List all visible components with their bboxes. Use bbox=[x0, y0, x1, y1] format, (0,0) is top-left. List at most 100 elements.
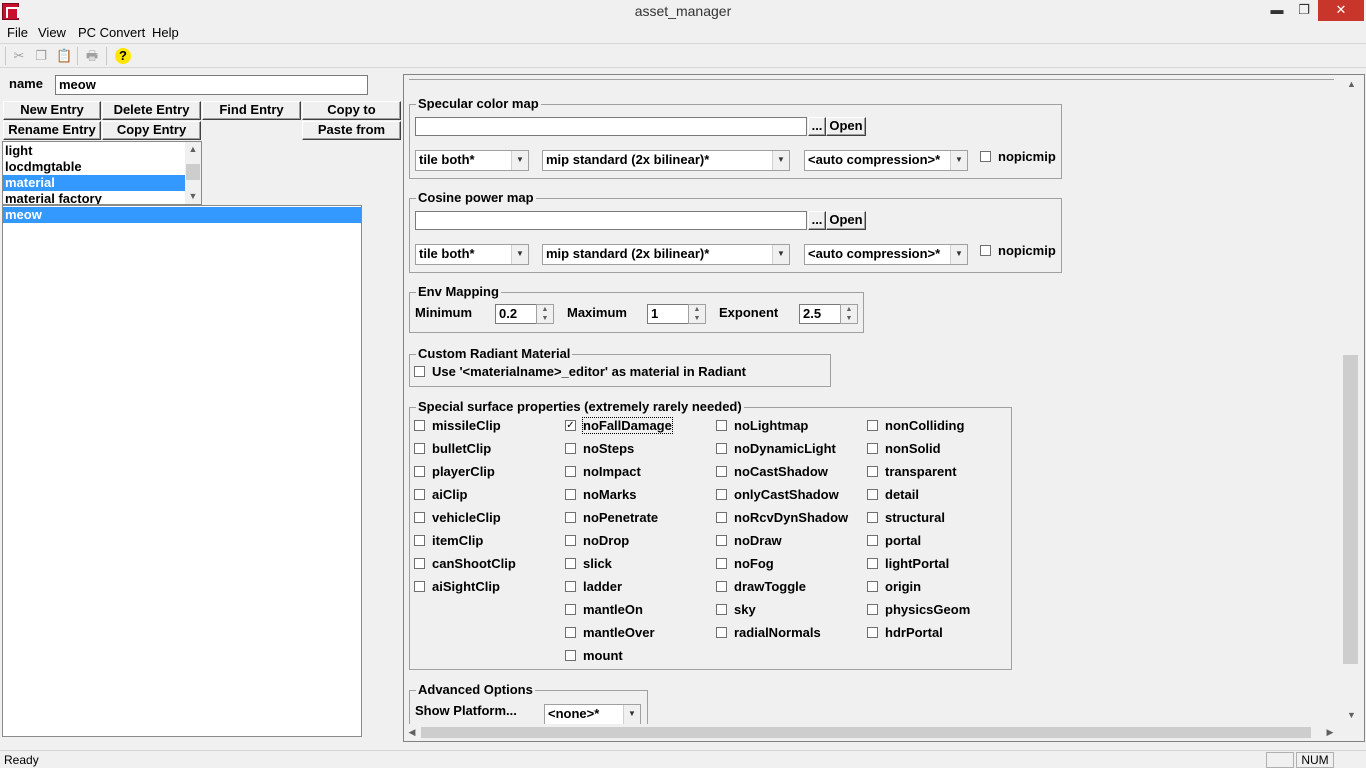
flag-lightPortal-checkbox[interactable] bbox=[867, 558, 878, 569]
scroll-thumb[interactable] bbox=[1343, 355, 1358, 664]
flag-radialNormals-checkbox[interactable] bbox=[716, 627, 727, 638]
minimize-button[interactable]: ▬ bbox=[1264, 0, 1290, 21]
menu-help[interactable]: Help bbox=[152, 25, 179, 40]
scroll-down-icon[interactable]: ▼ bbox=[1338, 709, 1364, 721]
flag-noSteps-checkbox[interactable] bbox=[565, 443, 576, 454]
flag-noDraw-checkbox[interactable] bbox=[716, 535, 727, 546]
new-entry-button[interactable]: New Entry bbox=[3, 101, 101, 120]
help-icon[interactable]: ? bbox=[115, 48, 131, 64]
scroll-right-icon[interactable]: ▶ bbox=[1324, 726, 1336, 738]
list-item[interactable]: material factory bbox=[3, 191, 185, 204]
copy-entry-button[interactable]: Copy Entry bbox=[102, 121, 201, 140]
close-button[interactable]: ✕ bbox=[1318, 0, 1364, 21]
flag-noDrop-checkbox[interactable] bbox=[565, 535, 576, 546]
flag-drawToggle-checkbox[interactable] bbox=[716, 581, 727, 592]
maximize-button[interactable]: ❐ bbox=[1290, 0, 1318, 21]
cosine-path-input[interactable] bbox=[415, 211, 807, 230]
cosine-compression-select[interactable]: <auto compression>* ▼ bbox=[804, 244, 968, 265]
flag-slick-checkbox[interactable] bbox=[565, 558, 576, 569]
spin-up-icon[interactable]: ▲ bbox=[689, 305, 705, 314]
chevron-down-icon[interactable]: ▼ bbox=[772, 151, 789, 170]
menu-view[interactable]: View bbox=[38, 25, 66, 40]
specular-open-button[interactable]: Open bbox=[826, 117, 866, 136]
asset-type-list[interactable]: light locdmgtable material material fact… bbox=[2, 141, 202, 205]
rename-entry-button[interactable]: Rename Entry bbox=[3, 121, 101, 140]
spin-down-icon[interactable]: ▼ bbox=[841, 314, 857, 323]
list-item-selected[interactable]: material bbox=[3, 175, 185, 191]
type-list-scrollbar[interactable]: ▲ ▼ bbox=[185, 142, 201, 204]
flag-vehicleClip-checkbox[interactable] bbox=[414, 512, 425, 523]
flag-mantleOn-checkbox[interactable] bbox=[565, 604, 576, 615]
flag-sky-checkbox[interactable] bbox=[716, 604, 727, 615]
flag-mantleOver-checkbox[interactable] bbox=[565, 627, 576, 638]
cosine-nopicmip-checkbox[interactable] bbox=[980, 245, 991, 256]
flag-mount-checkbox[interactable] bbox=[565, 650, 576, 661]
flag-noImpact-checkbox[interactable] bbox=[565, 466, 576, 477]
cosine-tile-select[interactable]: tile both* ▼ bbox=[415, 244, 529, 265]
specular-compression-select[interactable]: <auto compression>* ▼ bbox=[804, 150, 968, 171]
chevron-down-icon[interactable]: ▼ bbox=[511, 245, 528, 264]
flag-ladder-checkbox[interactable] bbox=[565, 581, 576, 592]
platform-select[interactable]: <none>* ▼ bbox=[544, 704, 641, 725]
cut-icon[interactable]: ✂ bbox=[11, 48, 27, 64]
env-maximum-input[interactable]: 1 bbox=[647, 304, 690, 324]
flag-physicsGeom-checkbox[interactable] bbox=[867, 604, 878, 615]
copy-icon[interactable]: ❐ bbox=[33, 48, 49, 64]
flag-hdrPortal-checkbox[interactable] bbox=[867, 627, 878, 638]
flag-bulletClip-checkbox[interactable] bbox=[414, 443, 425, 454]
specular-path-input[interactable] bbox=[415, 117, 807, 136]
env-exponent-input[interactable]: 2.5 bbox=[799, 304, 842, 324]
scroll-down-icon[interactable]: ▼ bbox=[185, 190, 201, 202]
chevron-down-icon[interactable]: ▼ bbox=[950, 245, 967, 264]
spin-up-icon[interactable]: ▲ bbox=[841, 305, 857, 314]
paste-from-button[interactable]: Paste from bbox=[302, 121, 401, 140]
flag-playerClip-checkbox[interactable] bbox=[414, 466, 425, 477]
flag-transparent-checkbox[interactable] bbox=[867, 466, 878, 477]
custom-radiant-checkbox[interactable] bbox=[414, 366, 425, 377]
flag-aiSightClip-checkbox[interactable] bbox=[414, 581, 425, 592]
chevron-down-icon[interactable]: ▼ bbox=[950, 151, 967, 170]
env-maximum-spinner[interactable]: ▲ ▼ bbox=[688, 304, 706, 324]
flag-nonColliding-checkbox[interactable] bbox=[867, 420, 878, 431]
flag-onlyCastShadow-checkbox[interactable] bbox=[716, 489, 727, 500]
env-minimum-spinner[interactable]: ▲ ▼ bbox=[536, 304, 554, 324]
cosine-mip-select[interactable]: mip standard (2x bilinear)* ▼ bbox=[542, 244, 790, 265]
print-icon[interactable]: 🖶 bbox=[84, 48, 100, 64]
flag-noMarks-checkbox[interactable] bbox=[565, 489, 576, 500]
flag-noFallDamage-checkbox[interactable]: ✓ bbox=[565, 420, 576, 431]
flag-canShootClip-checkbox[interactable] bbox=[414, 558, 425, 569]
delete-entry-button[interactable]: Delete Entry bbox=[102, 101, 201, 120]
spin-down-icon[interactable]: ▼ bbox=[537, 314, 553, 323]
panel-horizontal-scrollbar[interactable]: ◀ ▶ bbox=[404, 724, 1338, 741]
panel-vertical-scrollbar[interactable]: ▲ ▼ bbox=[1338, 75, 1364, 724]
env-minimum-input[interactable]: 0.2 bbox=[495, 304, 538, 324]
spin-up-icon[interactable]: ▲ bbox=[537, 305, 553, 314]
chevron-down-icon[interactable]: ▼ bbox=[772, 245, 789, 264]
chevron-down-icon[interactable]: ▼ bbox=[623, 705, 640, 724]
entry-list[interactable]: meow bbox=[2, 205, 362, 737]
scroll-left-icon[interactable]: ◀ bbox=[406, 726, 418, 738]
flag-missileClip-checkbox[interactable] bbox=[414, 420, 425, 431]
cosine-open-button[interactable]: Open bbox=[826, 211, 866, 230]
flag-noFog-checkbox[interactable] bbox=[716, 558, 727, 569]
specular-browse-button[interactable]: ... bbox=[808, 117, 826, 136]
list-item[interactable]: light bbox=[3, 143, 185, 159]
name-input[interactable]: meow bbox=[55, 75, 368, 95]
copy-to-button[interactable]: Copy to bbox=[302, 101, 401, 120]
scroll-thumb[interactable] bbox=[186, 164, 200, 180]
paste-icon[interactable]: 📋 bbox=[56, 48, 72, 64]
menu-file[interactable]: File bbox=[7, 25, 28, 40]
flag-structural-checkbox[interactable] bbox=[867, 512, 878, 523]
menu-pc-convert[interactable]: PC Convert bbox=[78, 25, 145, 40]
flag-portal-checkbox[interactable] bbox=[867, 535, 878, 546]
scroll-thumb[interactable] bbox=[421, 727, 1311, 738]
find-entry-button[interactable]: Find Entry bbox=[202, 101, 301, 120]
specular-nopicmip-checkbox[interactable] bbox=[980, 151, 991, 162]
flag-noDynamicLight-checkbox[interactable] bbox=[716, 443, 727, 454]
flag-noCastShadow-checkbox[interactable] bbox=[716, 466, 727, 477]
flag-origin-checkbox[interactable] bbox=[867, 581, 878, 592]
chevron-down-icon[interactable]: ▼ bbox=[511, 151, 528, 170]
scroll-up-icon[interactable]: ▲ bbox=[185, 143, 201, 155]
flag-nonSolid-checkbox[interactable] bbox=[867, 443, 878, 454]
specular-tile-select[interactable]: tile both* ▼ bbox=[415, 150, 529, 171]
